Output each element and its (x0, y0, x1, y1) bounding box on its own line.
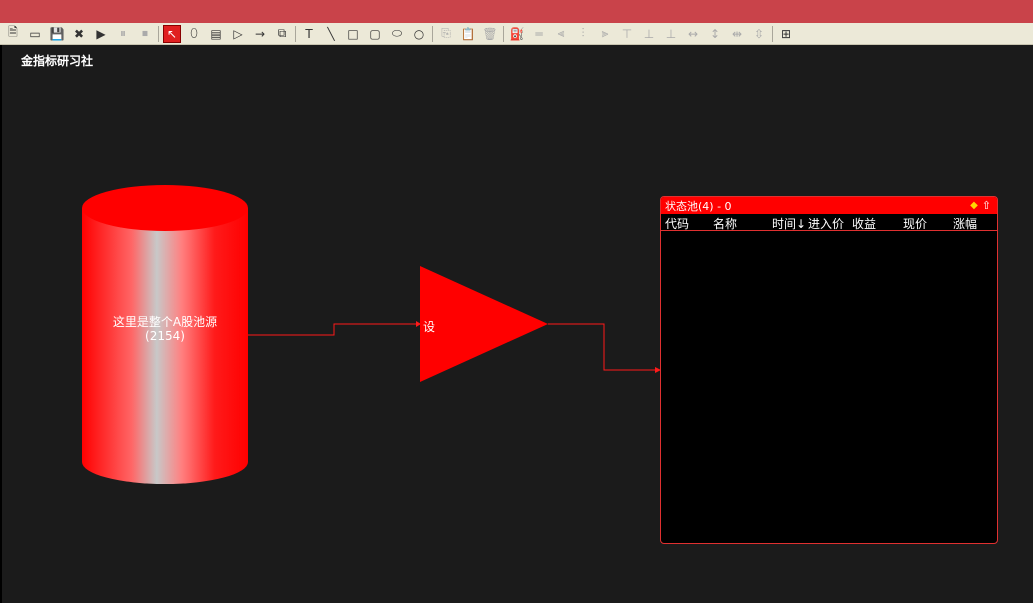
column-header-time[interactable]: 时间↓ (772, 215, 806, 232)
cylinder-title: 这里是整个A股池源 (112, 315, 218, 329)
pool-list-body[interactable] (661, 231, 997, 543)
pool-header[interactable]: 状态池(4) - 0 ◆ ⇧ (661, 197, 997, 214)
collapse-up-icon[interactable]: ⇧ (982, 199, 991, 212)
cylinder-count: (2154) (145, 329, 185, 343)
connector-cylinder-to-triangle[interactable] (248, 323, 420, 336)
column-header-entry-price[interactable]: 进入价 (808, 215, 844, 232)
connector-triangle-to-pool[interactable] (548, 323, 660, 371)
cylinder-label: 这里是整个A股池源 (2154) (82, 315, 248, 343)
column-header-current-price[interactable]: 现价 (903, 215, 927, 232)
column-header-change[interactable]: 涨幅 (953, 215, 977, 232)
pool-title: 状态池(4) - 0 (665, 199, 732, 213)
column-header-name[interactable]: 名称 (713, 215, 737, 232)
diamond-icon[interactable]: ◆ (970, 200, 978, 211)
column-header-code[interactable]: 代码 (665, 215, 689, 232)
column-header-return[interactable]: 收益 (852, 215, 876, 232)
state-pool-panel[interactable]: 状态池(4) - 0 ◆ ⇧ 代码 名称 时间↓ 进入价 收益 现价 涨幅 (660, 196, 998, 544)
condition-triangle[interactable] (420, 266, 548, 382)
triangle-label: 设 (423, 320, 436, 334)
pool-column-headers: 代码 名称 时间↓ 进入价 收益 现价 涨幅 (661, 214, 997, 231)
